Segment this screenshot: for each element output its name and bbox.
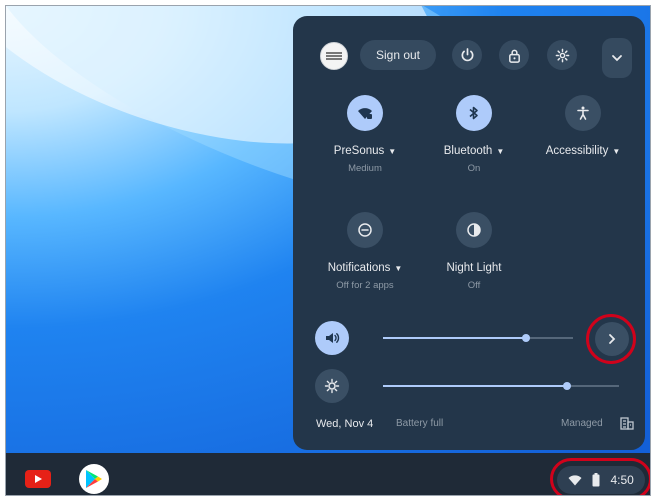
battery-icon bbox=[592, 473, 600, 487]
avatar[interactable] bbox=[320, 42, 348, 70]
dropdown-caret-icon: ▼ bbox=[388, 147, 397, 156]
collapse-button[interactable] bbox=[602, 38, 632, 78]
wifi-icon bbox=[358, 108, 372, 119]
volume-icon bbox=[326, 333, 340, 343]
dropdown-caret-icon: ▼ bbox=[394, 264, 403, 273]
tile-night-light-label: Night Light bbox=[446, 262, 502, 274]
brightness-icon bbox=[324, 378, 340, 394]
clock: 4:50 bbox=[610, 473, 634, 487]
chevron-right-icon bbox=[609, 334, 616, 344]
power-button[interactable] bbox=[452, 40, 482, 70]
brightness-slider-track[interactable] bbox=[567, 385, 619, 387]
tile-bluetooth[interactable]: Bluetooth ▼ On bbox=[429, 95, 519, 174]
settings-button[interactable] bbox=[547, 40, 577, 70]
dropdown-caret-icon: ▼ bbox=[496, 147, 505, 156]
tile-notifications-status: Off for 2 apps bbox=[336, 280, 394, 291]
tile-notifications[interactable]: Notifications ▼ Off for 2 apps bbox=[320, 212, 410, 291]
managed-label[interactable]: Managed bbox=[561, 418, 603, 429]
brightness-slider-fill[interactable] bbox=[383, 385, 567, 387]
lock-button[interactable] bbox=[499, 40, 529, 70]
youtube-icon[interactable] bbox=[25, 470, 51, 488]
chevron-down-icon bbox=[612, 55, 622, 62]
volume-mute-button[interactable] bbox=[315, 321, 349, 355]
date-label[interactable]: Wed, Nov 4 bbox=[316, 418, 373, 430]
tile-network[interactable]: PreSonus ▼ Medium bbox=[320, 95, 410, 174]
brightness-slider-thumb[interactable] bbox=[563, 382, 571, 390]
tile-accessibility[interactable]: Accessibility ▼ bbox=[538, 95, 628, 157]
lock-icon bbox=[508, 49, 520, 63]
tile-night-light-status: Off bbox=[467, 280, 481, 291]
accessibility-icon bbox=[577, 106, 589, 120]
dropdown-caret-icon: ▼ bbox=[612, 147, 621, 156]
battery-status: Battery full bbox=[396, 418, 444, 429]
gear-icon bbox=[555, 48, 569, 62]
tile-accessibility-label: Accessibility bbox=[545, 145, 609, 157]
tile-notifications-label: Notifications bbox=[327, 262, 391, 274]
tile-night-light[interactable]: Night Light Off bbox=[429, 212, 519, 291]
power-icon bbox=[461, 47, 473, 61]
play-store-icon[interactable] bbox=[79, 464, 109, 494]
audio-settings-button[interactable] bbox=[595, 322, 629, 356]
tile-network-label: PreSonus bbox=[333, 145, 385, 157]
enterprise-building-icon[interactable] bbox=[620, 416, 634, 430]
volume-slider-thumb[interactable] bbox=[522, 334, 530, 342]
volume-slider-fill[interactable] bbox=[383, 337, 526, 339]
tile-bluetooth-status: On bbox=[467, 163, 481, 174]
volume-slider-row bbox=[315, 321, 625, 357]
quick-settings-panel: Sign out PreSonus ▼ Medium Bluetooth ▼ On bbox=[293, 16, 645, 450]
notifications-off-icon bbox=[358, 223, 372, 237]
status-tray[interactable]: 4:50 bbox=[557, 466, 645, 494]
night-light-icon bbox=[467, 223, 481, 237]
volume-slider-track[interactable] bbox=[526, 337, 573, 339]
brightness-slider-row bbox=[315, 369, 625, 405]
brightness-button[interactable] bbox=[315, 369, 349, 403]
sign-out-button[interactable]: Sign out bbox=[360, 40, 436, 70]
screen: Sign out PreSonus ▼ Medium Bluetooth ▼ On bbox=[5, 5, 651, 496]
tile-network-status: Medium bbox=[348, 163, 382, 174]
wifi-icon bbox=[568, 475, 582, 486]
tile-bluetooth-label: Bluetooth bbox=[443, 145, 493, 157]
bluetooth-icon bbox=[469, 106, 478, 120]
